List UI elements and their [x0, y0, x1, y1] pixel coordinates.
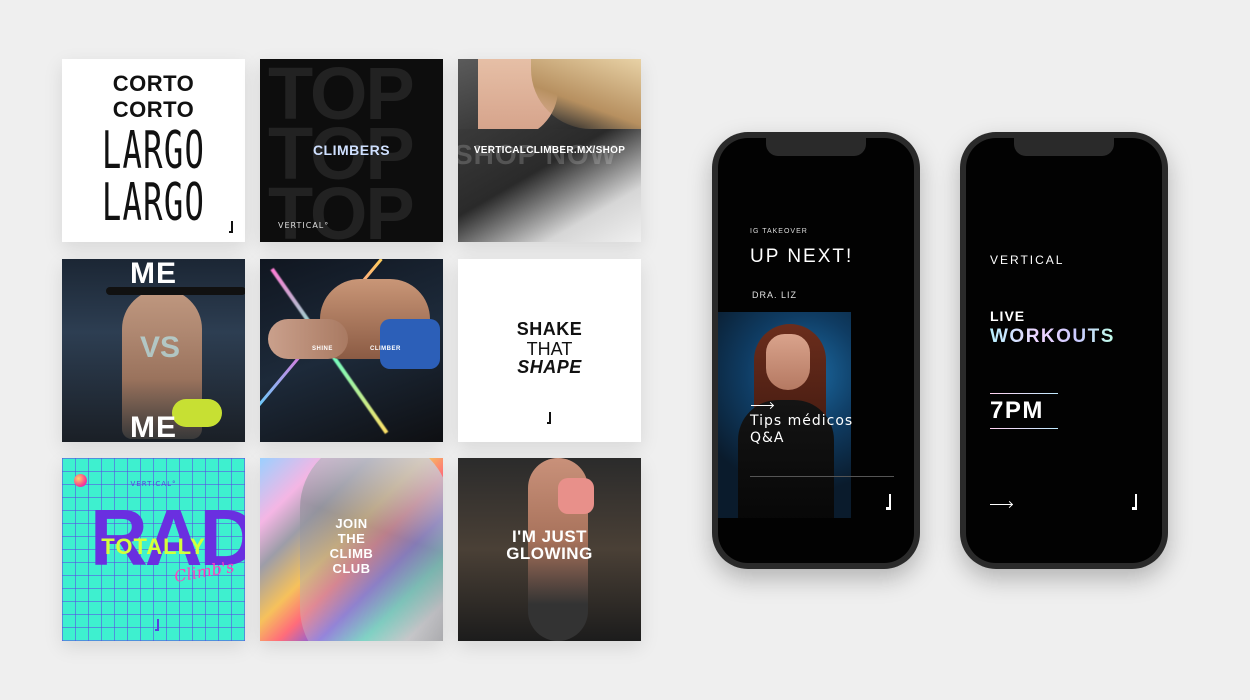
photo-element	[380, 319, 440, 369]
vertical-logo-mark-icon	[155, 619, 161, 631]
arrow-right-icon	[751, 405, 773, 406]
vertical-logo-mark-icon	[229, 221, 235, 233]
tile-text: THE	[337, 531, 366, 546]
phone-notch	[1014, 138, 1114, 156]
shop-url: VERTICALCLIMBER.MX/SHOP	[473, 145, 626, 156]
phone-notch	[766, 138, 866, 156]
tile-text: GLOWING	[506, 544, 593, 563]
story-topic-line: Tips médicos	[750, 413, 854, 429]
live-label: LIVE	[990, 308, 1026, 324]
brand-label: VERTICAL	[990, 253, 1065, 267]
arrow-right-icon	[990, 504, 1012, 505]
tile-text: CLIMB	[329, 546, 374, 561]
divider	[990, 428, 1058, 429]
story-kicker: IG TAKEOVER	[750, 228, 808, 235]
photo-element	[766, 334, 810, 390]
session-time: 7PM	[990, 397, 1044, 424]
tile-text: SHAPE	[517, 357, 582, 377]
tile-text: I'M JUST	[511, 527, 588, 546]
post-shake-that-shape: SHAKE THAT SHAPE	[458, 259, 641, 442]
tile-text: CLIMBER	[370, 346, 401, 352]
post-shine-climber: SHINE CLIMBER	[260, 259, 443, 442]
post-join-the-climb-club: JOIN THE CLIMB CLUB	[260, 458, 443, 641]
post-im-just-glowing: I'M JUST GLOWING	[458, 458, 641, 641]
tile-text: CORTO	[112, 97, 195, 122]
divider	[990, 393, 1058, 394]
bg-word: TOP	[268, 172, 415, 243]
workouts-label: WORKOUTS	[990, 326, 1115, 347]
tile-text: VS	[140, 331, 181, 364]
vertical-logo-mark-icon	[1132, 494, 1140, 510]
tile-text: LARGO	[101, 173, 206, 233]
tile-text: ME	[130, 259, 177, 290]
tile-text: JOIN	[335, 516, 368, 531]
tile-text: ME	[130, 411, 177, 442]
post-totally-rad: VERTICAL° RAD TOTALLY Climb's	[62, 458, 245, 641]
phone-screen: VERTICAL LIVE WORKOUTS 7PM	[966, 138, 1162, 563]
phone-mockup-live-workouts: VERTICAL LIVE WORKOUTS 7PM	[960, 132, 1168, 569]
tile-text: CLUB	[332, 561, 371, 576]
brand-label: VERTICAL°	[278, 221, 330, 230]
story-headline: UP NEXT!	[750, 246, 854, 267]
story-guest-name: DRA. LIZ	[752, 290, 798, 300]
tile-text: TOTALLY	[101, 534, 206, 559]
phone-screen: IG TAKEOVER UP NEXT! DRA. LIZ Tips médic…	[718, 138, 914, 563]
tile-text: CORTO	[112, 71, 195, 96]
story-topic-line: Q&A	[750, 430, 785, 446]
phone-mockup-story-takeover: IG TAKEOVER UP NEXT! DRA. LIZ Tips médic…	[712, 132, 920, 569]
tile-text: SHAKE	[516, 319, 583, 339]
photo-element	[268, 319, 348, 359]
vertical-logo-mark-icon	[886, 494, 894, 510]
post-top-climbers: TOP TOP TOP CLIMBERS VERTICAL°	[260, 59, 443, 242]
tile-text: LARGO	[101, 121, 206, 181]
divider	[750, 476, 894, 477]
tile-text: CLIMBERS	[312, 142, 391, 158]
photo-element	[558, 478, 594, 514]
post-me-vs-me: ME VS ME	[62, 259, 245, 442]
vertical-logo-mark-icon	[547, 412, 553, 424]
post-corto-largo: CORTO CORTO LARGO LARGO	[62, 59, 245, 242]
story-topic: Tips médicos Q&A	[750, 413, 853, 447]
tile-text: SHINE	[312, 346, 333, 352]
brand-label: VERTICAL°	[130, 480, 177, 488]
post-shop-now: SHOP NOW VERTICALCLIMBER.MX/SHOP	[458, 59, 641, 242]
